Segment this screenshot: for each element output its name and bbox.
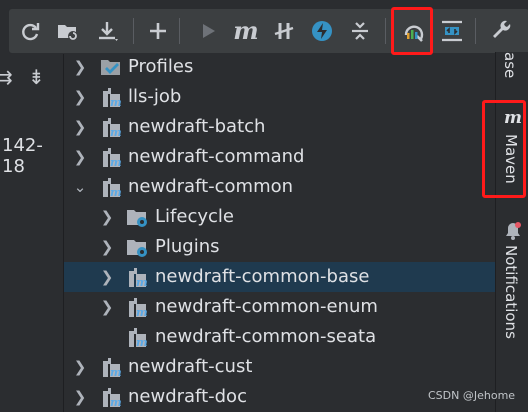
watermark: CSDN @Jehome: [428, 389, 516, 402]
tree-item-lifecycle[interactable]: ❯ Lifecycle: [64, 202, 495, 232]
run-icon[interactable]: [193, 16, 223, 46]
chevron-right-icon[interactable]: ❯: [99, 237, 115, 257]
chevron-right-icon[interactable]: ❯: [99, 267, 115, 287]
chevron-right-icon[interactable]: ❯: [72, 57, 88, 77]
tree-item-label: newdraft-batch: [128, 116, 266, 137]
reload-icon[interactable]: [15, 16, 45, 46]
maven-module-icon: m: [103, 148, 122, 168]
chevron-down-icon[interactable]: ⌄: [72, 177, 88, 197]
toggle-offline-icon[interactable]: [269, 16, 299, 46]
tree-item-newdraft-command[interactable]: ❯ m newdraft-command: [64, 142, 495, 172]
tree-item-newdraft-cust[interactable]: ❯ m newdraft-cust: [64, 352, 495, 382]
tree-item-newdraft-common-seata[interactable]: m newdraft-common-seata: [64, 322, 495, 352]
svg-text:m: m: [110, 126, 122, 138]
svg-text:m: m: [136, 306, 148, 318]
toolbar-separator: [475, 18, 476, 44]
svg-text:m: m: [110, 366, 122, 378]
tree-item-label: newdraft-common-base: [155, 266, 370, 287]
download-icon[interactable]: [93, 16, 123, 46]
chevron-right-icon[interactable]: ❯: [72, 387, 88, 407]
maven-module-icon: m: [103, 118, 122, 138]
maven-module-icon: m: [129, 298, 148, 318]
add-icon[interactable]: [143, 16, 173, 46]
maven-module-icon: m: [103, 88, 122, 108]
chevron-right-icon[interactable]: ❯: [99, 297, 115, 317]
maven-module-icon: m: [129, 268, 148, 288]
tree-item-newdraft-common-enum[interactable]: ❯ m newdraft-common-enum: [64, 292, 495, 322]
tree-item-plugins[interactable]: ❯ Plugins: [64, 232, 495, 262]
collapse-all-icon[interactable]: [345, 16, 375, 46]
tree-item-label: newdraft-command: [128, 146, 305, 167]
notifications-tab-label[interactable]: Notifications: [502, 245, 520, 339]
chevron-right-icon[interactable]: ❯: [99, 207, 115, 227]
generate-sources-icon[interactable]: [53, 16, 83, 46]
toolbar-separator: [179, 18, 180, 44]
tree-item-label: Profiles: [128, 56, 194, 77]
tree-item-label: lls-job: [128, 86, 182, 107]
toolbar-separator: [133, 18, 134, 44]
tree-item-label: newdraft-common: [128, 176, 294, 197]
maven-toolbar: m: [8, 8, 528, 54]
svg-text:m: m: [110, 396, 122, 408]
maven-module-icon: m: [129, 328, 148, 348]
folder-gear-icon: [127, 240, 147, 257]
left-panel: ⇉ ⇟ 142-18: [0, 0, 63, 412]
maven-tab-highlight: [482, 100, 526, 198]
coordinate-text: 142-18: [2, 135, 43, 177]
chevron-right-icon[interactable]: ❯: [72, 117, 88, 137]
tree-item-profiles[interactable]: ❯ Profiles: [64, 52, 495, 82]
tree-item-newdraft-batch[interactable]: ❯ m newdraft-batch: [64, 112, 495, 142]
tool-tab-top[interactable]: ase: [501, 52, 519, 78]
chevron-right-icon[interactable]: ❯: [72, 357, 88, 377]
settings-wrench-icon[interactable]: [487, 16, 517, 46]
maven-module-icon: m: [103, 388, 122, 408]
svg-text:m: m: [136, 276, 148, 288]
profiles-icon: [101, 60, 120, 75]
analyze-dependencies-highlight: [391, 7, 433, 55]
svg-text:m: m: [110, 186, 122, 198]
folder-gear-icon: [127, 210, 147, 227]
svg-text:m: m: [136, 336, 148, 348]
svg-text:m: m: [110, 96, 122, 108]
tree-item-lls-job[interactable]: ❯ m lls-job: [64, 82, 495, 112]
tree-item-newdraft-common[interactable]: ⌄ m newdraft-common: [64, 172, 495, 202]
tree-item-label: newdraft-common-enum: [155, 296, 378, 317]
maven-goal-icon[interactable]: m: [231, 16, 261, 46]
tree-item-newdraft-common-base[interactable]: ❯ m newdraft-common-base: [64, 262, 495, 292]
tree-item-label: newdraft-cust: [128, 356, 253, 377]
tree-item-label: newdraft-doc: [128, 386, 247, 407]
skip-tests-icon[interactable]: [307, 16, 337, 46]
chevron-right-icon[interactable]: ❯: [72, 147, 88, 167]
left-panel-tools: ⇉ ⇟: [0, 63, 63, 93]
tree-item-label: newdraft-common-seata: [155, 326, 377, 347]
maven-module-icon: m: [103, 358, 122, 378]
tree-item-label: Plugins: [155, 236, 220, 257]
bell-icon: [506, 222, 521, 240]
chevron-right-icon[interactable]: ❯: [72, 87, 88, 107]
expand-all-icon[interactable]: ⇉: [0, 65, 13, 89]
show-diagram-icon[interactable]: [437, 16, 467, 46]
collapse-icon[interactable]: ⇟: [28, 65, 45, 89]
tree-item-label: Lifecycle: [155, 206, 234, 227]
toolbar-separator: [385, 18, 386, 44]
svg-text:m: m: [110, 156, 122, 168]
maven-project-tree: ❯ Profiles ❯ m lls-job ❯ m newdraft-batc…: [64, 52, 495, 412]
maven-module-icon: m: [103, 178, 122, 198]
